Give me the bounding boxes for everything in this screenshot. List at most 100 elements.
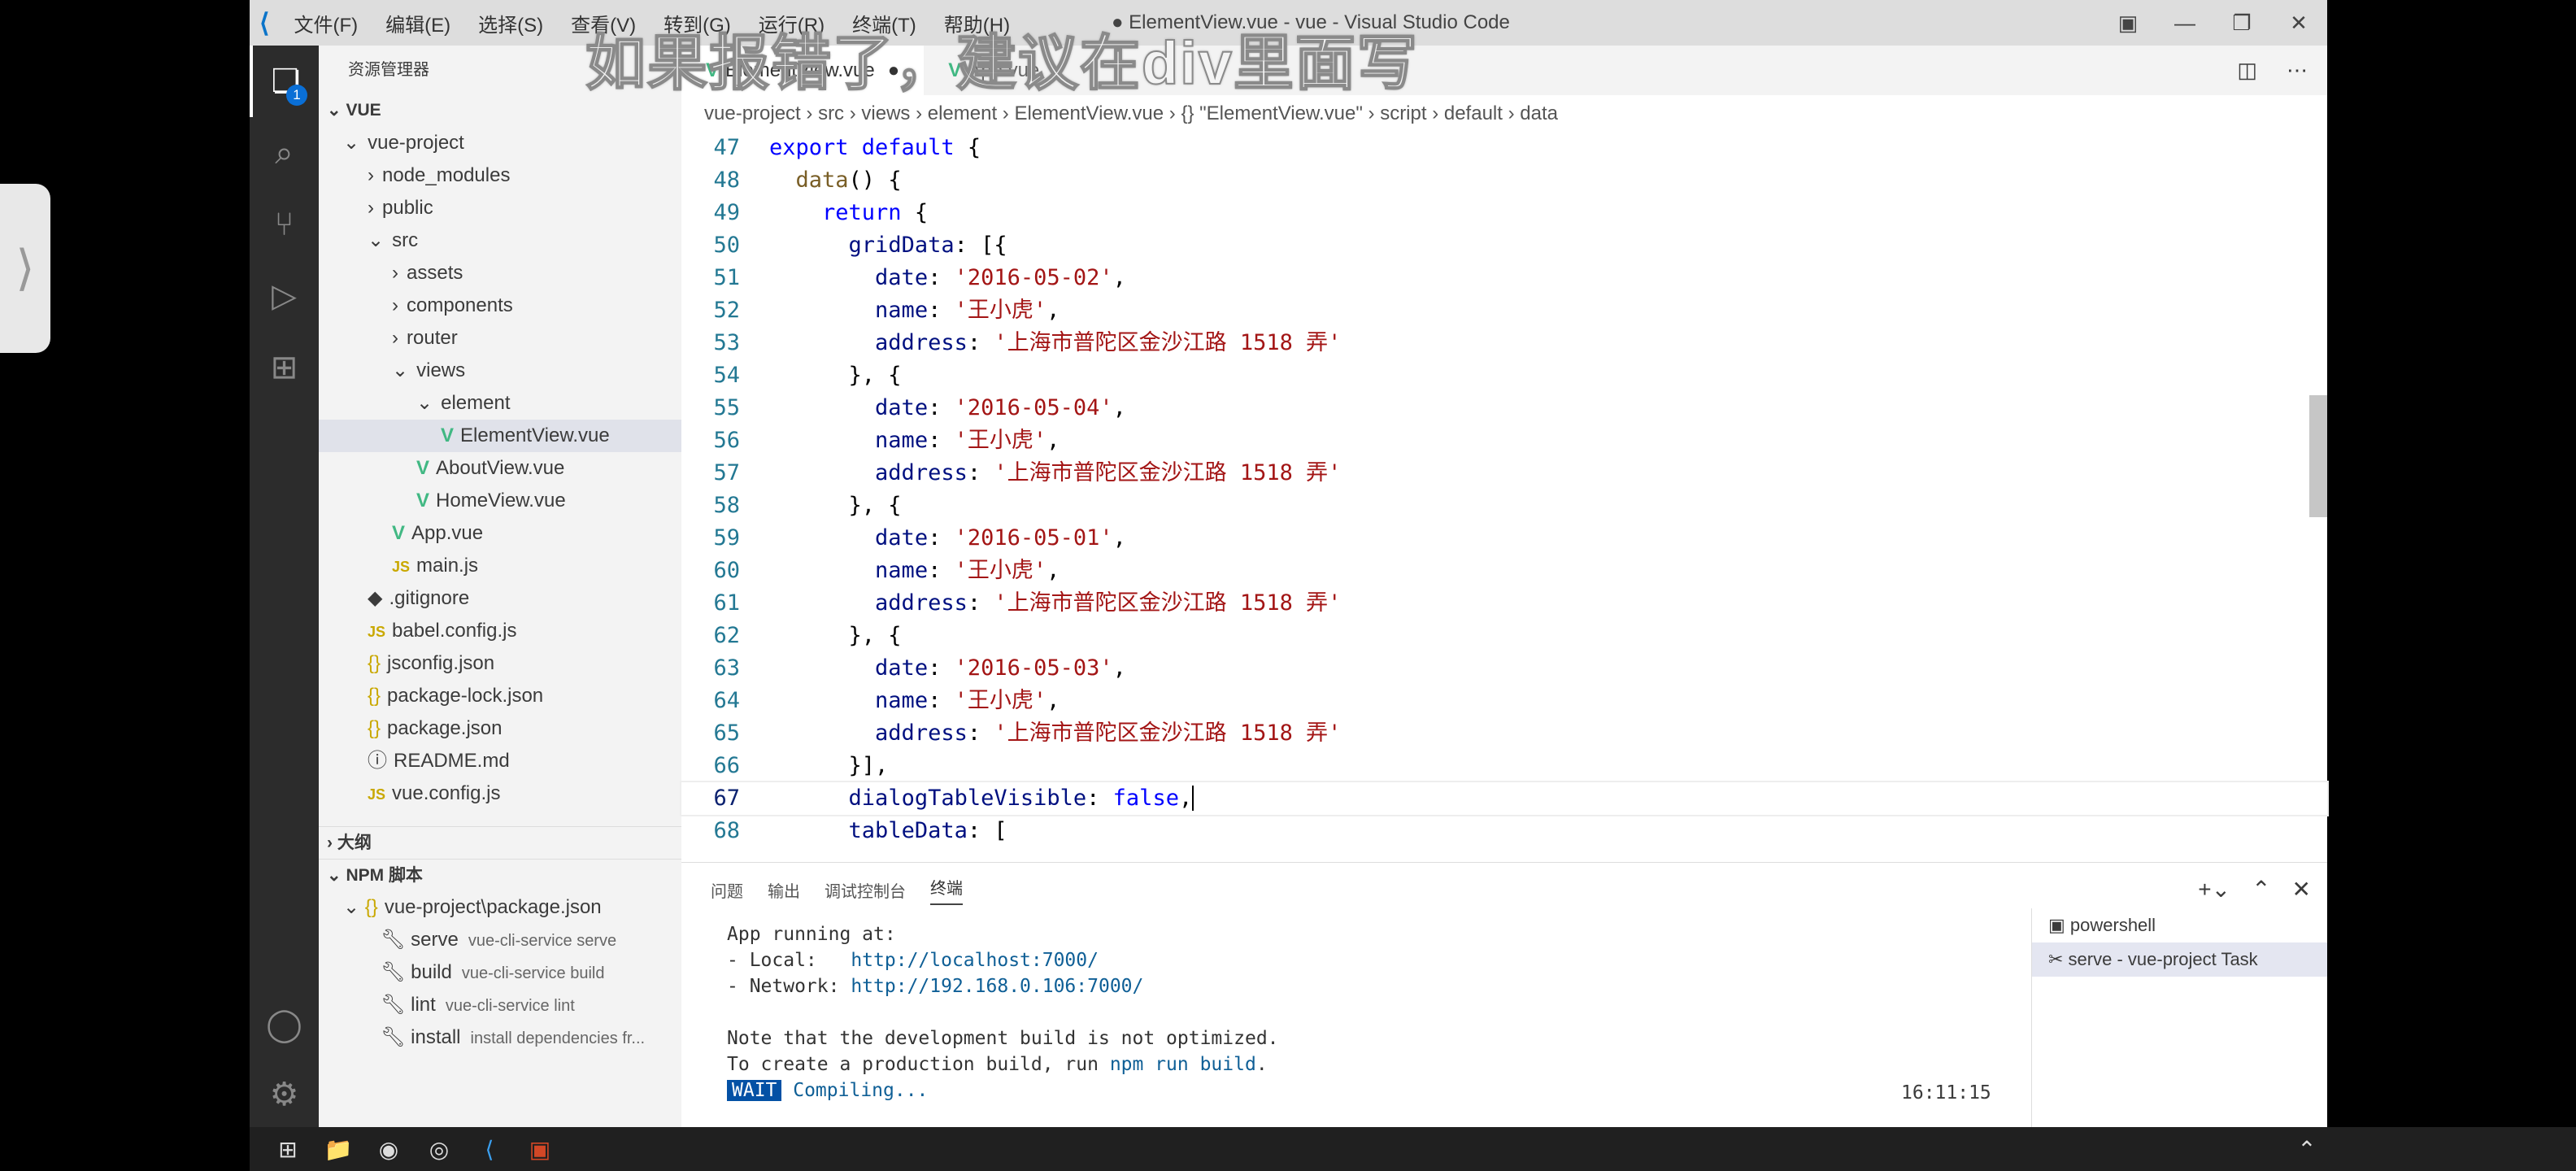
close-panel-icon[interactable]: ✕ <box>2292 876 2311 903</box>
side-panel-handle[interactable]: ⟩ <box>0 184 50 353</box>
new-terminal-icon[interactable]: +⌄ <box>2198 876 2230 903</box>
local-url-link[interactable]: http://localhost:7000/ <box>851 950 1099 971</box>
split-editor-icon[interactable]: ◫ <box>2237 58 2257 83</box>
search-icon[interactable]: ⌕ <box>250 117 319 189</box>
tree-item[interactable]: V AboutView.vue <box>319 452 681 485</box>
panel-tab[interactable]: 问题 <box>711 878 743 902</box>
code-token: { <box>954 135 981 160</box>
network-url-link[interactable]: http://192.168.0.106:7000/ <box>851 976 1143 997</box>
layout-toggle-icon[interactable]: ▣ <box>2100 11 2156 36</box>
npm-script[interactable]: 🔧︎ build vue-cli-service build <box>319 956 681 989</box>
breadcrumb-item[interactable]: element <box>928 102 997 124</box>
tree-item[interactable]: V HomeView.vue <box>319 485 681 517</box>
tree-item[interactable]: {} jsconfig.json <box>319 647 681 680</box>
npm-script[interactable]: 🔧︎ serve vue-cli-service serve <box>319 924 681 956</box>
tree-item[interactable]: {} package.json <box>319 712 681 745</box>
extensions-icon[interactable]: ⊞ <box>250 332 319 403</box>
terminal-output[interactable]: App running at: - Local: http://localhos… <box>727 921 1279 1104</box>
app-icon[interactable]: ◎ <box>414 1136 464 1163</box>
more-actions-icon[interactable]: ⋯ <box>2287 58 2308 83</box>
terminal-serve-task[interactable]: ✂ serve - vue-project Task <box>2032 942 2327 977</box>
powerpoint-icon[interactable]: ▣ <box>515 1136 565 1163</box>
unsaved-dot-icon[interactable]: ● <box>888 59 900 82</box>
close-button[interactable]: ✕ <box>2270 11 2327 36</box>
npm-script[interactable]: 🔧︎ lint vue-cli-service lint <box>319 989 681 1021</box>
tree-item-label: element <box>441 392 511 414</box>
menu-item[interactable]: 帮助(H) <box>944 9 1010 37</box>
tab-app[interactable]: V App.vue <box>924 46 1064 95</box>
breadcrumb-item[interactable]: {} "ElementView.vue" <box>1181 102 1362 124</box>
settings-gear-icon[interactable]: ⚙ <box>250 1059 319 1130</box>
npm-scripts-section[interactable]: ⌄ NPM 脚本 <box>319 859 681 891</box>
menu-item[interactable]: 选择(S) <box>478 9 543 37</box>
tree-item[interactable]: ◆ .gitignore <box>319 582 681 615</box>
tree-item[interactable]: › router <box>319 322 681 355</box>
tree-item[interactable]: V App.vue <box>319 517 681 550</box>
code-token: '上海市普陀区金沙江路 1518 弄' <box>994 720 1342 746</box>
outline-section[interactable]: › 大纲 <box>319 826 681 859</box>
tree-item[interactable]: JS babel.config.js <box>319 615 681 647</box>
npm-script[interactable]: 🔧︎ install install dependencies fr... <box>319 1021 681 1054</box>
tree-item[interactable]: ⌄ src <box>319 224 681 257</box>
tree-item[interactable]: › components <box>319 289 681 322</box>
chevron-right-icon: › <box>1502 102 1521 124</box>
panel-tab[interactable]: 调试控制台 <box>825 878 906 902</box>
tree-item[interactable]: V ElementView.vue <box>319 420 681 452</box>
menu-item[interactable]: 文件(F) <box>294 9 358 37</box>
code-editor[interactable]: 47 export default {48 data() {49 return {… <box>680 132 2329 847</box>
vscode-taskbar-icon[interactable]: ⟨ <box>464 1136 515 1163</box>
code-token: }, { <box>769 623 902 648</box>
code-token: '上海市普陀区金沙江路 1518 弄' <box>994 460 1342 485</box>
terminal-powershell[interactable]: ▣ powershell <box>2032 908 2327 942</box>
maximize-button[interactable]: ❐ <box>2213 11 2270 36</box>
breadcrumb-item[interactable]: views <box>861 102 910 124</box>
windows-start-icon[interactable]: ⊞ <box>263 1136 313 1163</box>
editor-scrollbar[interactable] <box>2309 395 2327 517</box>
tree-item[interactable]: JS vue.config.js <box>319 777 681 810</box>
tree-item[interactable]: JS main.js <box>319 550 681 582</box>
tab-elementview[interactable]: V ElementView.vue ● <box>681 46 925 95</box>
account-icon[interactable]: ◯ <box>250 989 319 1060</box>
menu-item[interactable]: 终端(T) <box>852 9 916 37</box>
maximize-panel-icon[interactable]: ⌃ <box>2252 876 2270 903</box>
panel-tab[interactable]: 输出 <box>768 878 800 902</box>
menu-item[interactable]: 编辑(E) <box>385 9 450 37</box>
code-line: 62 }, { <box>681 620 2327 652</box>
tree-item[interactable]: ⓘ README.md <box>319 745 681 777</box>
text: ElementView.vue <box>725 59 875 81</box>
closed-icon: › <box>368 164 374 186</box>
tray-chevron-icon[interactable]: ⌃ <box>2282 1136 2332 1163</box>
breadcrumb-item[interactable]: ElementView.vue <box>1014 102 1164 124</box>
tree-item[interactable]: › assets <box>319 257 681 289</box>
tree-item[interactable]: {} package-lock.json <box>319 680 681 712</box>
tree-item[interactable]: ⌄ vue-project <box>319 127 681 159</box>
breadcrumb-item[interactable]: script <box>1380 102 1426 124</box>
code-token: : <box>928 688 955 713</box>
explorer-icon[interactable]: ❏ 1 <box>250 46 319 117</box>
menu-item[interactable]: 运行(R) <box>759 9 825 37</box>
run-debug-icon[interactable]: ▷ <box>250 260 319 332</box>
workspace-root[interactable]: ⌄ VUE <box>319 94 681 127</box>
source-control-icon[interactable]: ⑂ <box>250 189 319 260</box>
breadcrumb-item[interactable]: vue-project <box>704 102 801 124</box>
tree-item[interactable]: ⌄ element <box>319 387 681 420</box>
chrome-icon[interactable]: ◉ <box>363 1136 414 1163</box>
minimize-button[interactable]: — <box>2156 11 2213 36</box>
tree-item[interactable]: › public <box>319 192 681 224</box>
file-explorer-icon[interactable]: 📁 <box>313 1136 363 1163</box>
tree-item-label: src <box>392 229 419 251</box>
breadcrumb-item[interactable]: data <box>1520 102 1558 124</box>
menu-item[interactable]: 转到(G) <box>664 9 731 37</box>
code-token: : <box>928 395 955 420</box>
npm-package[interactable]: ⌄ {} vue-project\package.json <box>319 891 681 924</box>
menu-item[interactable]: 查看(V) <box>571 9 636 37</box>
breadcrumb-item[interactable]: src <box>818 102 844 124</box>
tree-item[interactable]: ⌄ views <box>319 355 681 387</box>
panel-tab[interactable]: 终端 <box>930 875 963 905</box>
breadcrumb-item[interactable]: default <box>1444 102 1503 124</box>
code-token: date <box>875 395 929 420</box>
tree-item[interactable]: › node_modules <box>319 159 681 192</box>
